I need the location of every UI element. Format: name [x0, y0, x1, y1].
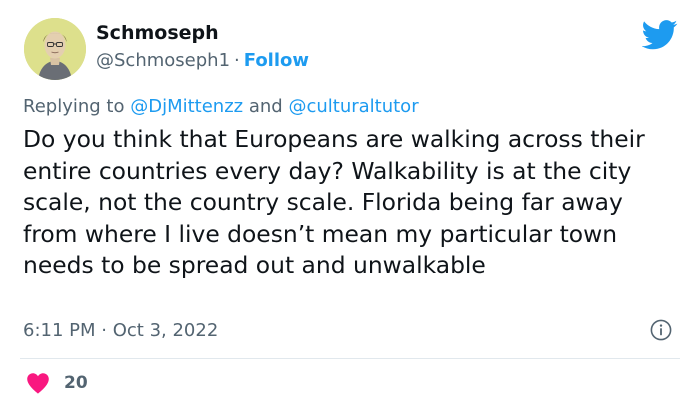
tweet-timestamp[interactable]: 6:11 PM · Oct 3, 2022	[23, 320, 218, 341]
separator-dot: ·	[234, 50, 240, 71]
replying-to: Replying to @DjMittenzz and @culturaltut…	[23, 96, 419, 117]
divider	[20, 358, 680, 359]
author-name[interactable]: Schmoseph	[96, 22, 219, 44]
replying-joiner: and	[248, 96, 283, 117]
follow-button[interactable]: Follow	[244, 50, 309, 71]
mention-link[interactable]: @culturaltutor	[288, 96, 418, 117]
heart-icon[interactable]	[26, 372, 50, 394]
avatar[interactable]	[24, 18, 86, 80]
tweet-time[interactable]: 6:11 PM	[23, 320, 96, 341]
separator-dot: ·	[101, 320, 107, 341]
mention-link[interactable]: @DjMittenzz	[130, 96, 243, 117]
info-icon[interactable]	[650, 319, 672, 341]
like-button[interactable]: 20	[26, 371, 88, 395]
like-count: 20	[64, 373, 88, 393]
tweet-text: Do you think that Europeans are walking …	[23, 125, 645, 279]
tweet-date[interactable]: Oct 3, 2022	[113, 320, 219, 341]
avatar-portrait	[24, 18, 86, 80]
replying-prefix: Replying to	[23, 96, 125, 117]
author-handle[interactable]: @Schmoseph1	[96, 50, 230, 71]
twitter-bird-icon[interactable]	[642, 20, 678, 50]
author-handle-row: @Schmoseph1 · Follow	[96, 50, 309, 71]
